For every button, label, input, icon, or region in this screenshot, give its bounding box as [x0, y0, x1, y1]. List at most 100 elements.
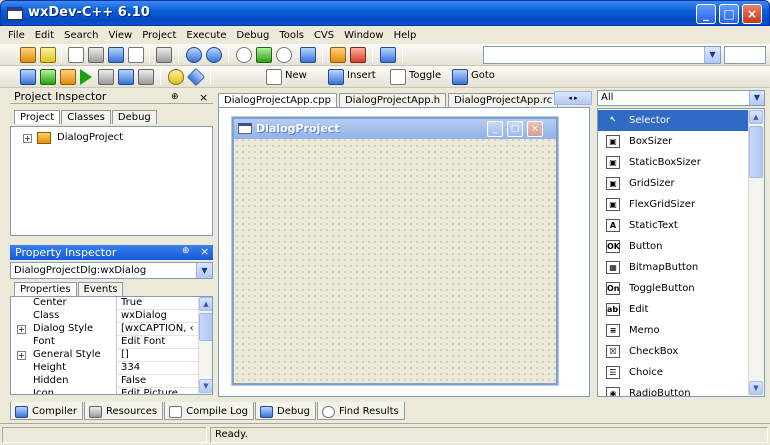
- menu-tools[interactable]: Tools: [274, 30, 309, 41]
- tab-dialogprojectapp-h[interactable]: DialogProjectApp.h: [338, 93, 447, 107]
- property-row[interactable]: Icon Edit Picture: [11, 388, 199, 394]
- play-icon[interactable]: [80, 69, 92, 85]
- property-value[interactable]: True: [118, 297, 199, 310]
- tab-find-results[interactable]: Find Results: [316, 402, 405, 420]
- chevron-down-icon[interactable]: ▼: [196, 263, 212, 278]
- menu-execute[interactable]: Execute: [181, 30, 231, 41]
- menu-cvs[interactable]: CVS: [309, 30, 339, 41]
- replace-icon[interactable]: [256, 47, 272, 63]
- palette-item-boxsizer[interactable]: ▣ BoxSizer: [598, 131, 748, 152]
- compile-icon[interactable]: [20, 69, 36, 85]
- property-value[interactable]: wxDialog: [118, 310, 199, 323]
- palette-item-memo[interactable]: ≡ Memo: [598, 320, 748, 341]
- run-icon[interactable]: [40, 69, 56, 85]
- menu-window[interactable]: Window: [339, 30, 388, 41]
- property-row[interactable]: General Style[] +: [11, 349, 199, 362]
- palette-filter-combo[interactable]: All ▼: [597, 90, 765, 106]
- toggle-button[interactable]: Toggle: [409, 70, 441, 81]
- designer-form[interactable]: DialogProject _ □ ×: [232, 117, 558, 385]
- menu-file[interactable]: File: [3, 30, 30, 41]
- palette-item-button[interactable]: OK Button: [598, 236, 748, 257]
- property-row[interactable]: Center True: [11, 297, 199, 310]
- find-next-icon[interactable]: [276, 47, 292, 63]
- tree-item-label[interactable]: DialogProject: [57, 132, 123, 143]
- scroll-down-icon[interactable]: ▼: [199, 379, 212, 393]
- close-file-icon[interactable]: [128, 47, 144, 63]
- palette-item-radiobutton[interactable]: ◉ RadioButton: [598, 383, 748, 396]
- menu-search[interactable]: Search: [59, 30, 103, 41]
- property-row[interactable]: Dialog Style [wxCAPTION, ‹ +: [11, 323, 199, 336]
- remove-from-project-icon[interactable]: [350, 47, 366, 63]
- debug-icon[interactable]: [118, 69, 134, 85]
- goto-button[interactable]: Goto: [471, 70, 495, 81]
- property-grid[interactable]: Center True Class wxDialog Dialog Style [wxCA…: [10, 296, 213, 395]
- stop-icon[interactable]: [138, 69, 154, 85]
- tab-compile-log[interactable]: Compile Log: [164, 402, 255, 420]
- chevron-down-icon[interactable]: ▼: [704, 47, 720, 63]
- property-expand-icon[interactable]: +: [17, 325, 26, 334]
- property-value[interactable]: Edit Picture: [118, 388, 199, 394]
- palette-item-statictext[interactable]: A StaticText: [598, 215, 748, 236]
- menu-project[interactable]: Project: [137, 30, 181, 41]
- palette-item-edit[interactable]: ab| Edit: [598, 299, 748, 320]
- property-value[interactable]: False: [118, 375, 199, 388]
- palette-item-gridsizer[interactable]: ▣ GridSizer: [598, 173, 748, 194]
- insert-icon[interactable]: [328, 69, 344, 85]
- tab-resources[interactable]: Resources: [84, 402, 164, 420]
- pin-icon[interactable]: ⊕: [182, 246, 190, 256]
- scroll-thumb[interactable]: [749, 126, 763, 178]
- property-row[interactable]: Hidden False: [11, 375, 199, 388]
- property-row[interactable]: Height 334: [11, 362, 199, 375]
- save-icon[interactable]: [88, 47, 104, 63]
- property-value[interactable]: [wxCAPTION, ‹: [118, 323, 199, 336]
- palette-scrollbar[interactable]: ▲ ▼: [748, 109, 764, 396]
- palette-item-checkbox[interactable]: ☒ CheckBox: [598, 341, 748, 362]
- close-button[interactable]: ×: [742, 4, 762, 24]
- menu-edit[interactable]: Edit: [30, 30, 59, 41]
- palette-item-staticboxsizer[interactable]: ▣ StaticBoxSizer: [598, 152, 748, 173]
- scroll-up-icon[interactable]: ▲: [749, 110, 763, 124]
- save-all-icon[interactable]: [108, 47, 124, 63]
- scroll-down-icon[interactable]: ▼: [749, 381, 763, 395]
- function-combo[interactable]: [724, 46, 766, 64]
- tree-expand-icon[interactable]: +: [23, 134, 32, 143]
- tab-classes[interactable]: Classes: [61, 110, 111, 124]
- goto-icon[interactable]: [452, 69, 468, 85]
- object-selector-combo[interactable]: DialogProjectDlg:wxDialog ▼: [10, 262, 213, 279]
- new-button[interactable]: New: [285, 70, 307, 81]
- tab-project[interactable]: Project: [14, 110, 61, 124]
- new-file-icon[interactable]: [68, 47, 84, 63]
- redo-icon[interactable]: [206, 47, 222, 63]
- palette-item-selector[interactable]: ↖ Selector: [598, 110, 748, 131]
- tab-events[interactable]: Events: [77, 282, 124, 296]
- find-icon[interactable]: [236, 47, 252, 63]
- tab-debug[interactable]: Debug: [111, 110, 157, 124]
- tab-properties[interactable]: Properties: [14, 282, 77, 296]
- tab-debug-output[interactable]: Debug: [255, 402, 316, 420]
- open-folder-icon[interactable]: [40, 47, 56, 63]
- palette-item-bitmapbutton[interactable]: ▦ BitmapButton: [598, 257, 748, 278]
- new-project-icon[interactable]: [20, 47, 36, 63]
- new-bookmark-icon[interactable]: [266, 69, 282, 85]
- pin-icon[interactable]: ⊕: [171, 92, 179, 102]
- help-icon[interactable]: [168, 69, 184, 85]
- tab-compiler[interactable]: Compiler: [10, 402, 84, 420]
- rebuild-icon[interactable]: [98, 69, 114, 85]
- add-to-project-icon[interactable]: [330, 47, 346, 63]
- close-icon[interactable]: ×: [199, 91, 208, 104]
- property-value[interactable]: Edit Font: [118, 336, 199, 349]
- window-titlebar[interactable]: wxDev-C++ 6.10 _ □ ×: [0, 0, 770, 26]
- maximize-button[interactable]: □: [719, 4, 739, 24]
- class-browser-icon[interactable]: [380, 47, 396, 63]
- close-icon[interactable]: ×: [200, 245, 209, 258]
- scroll-thumb[interactable]: [199, 313, 212, 341]
- print-icon[interactable]: [156, 47, 172, 63]
- class-combo[interactable]: ▼: [483, 46, 721, 64]
- toggle-icon[interactable]: [390, 69, 406, 85]
- minimize-button[interactable]: _: [696, 4, 716, 24]
- insert-button[interactable]: Insert: [347, 70, 376, 81]
- undo-icon[interactable]: [186, 47, 202, 63]
- tab-scroll-arrows[interactable]: ◂ ▸: [554, 91, 592, 105]
- menu-debug[interactable]: Debug: [231, 30, 274, 41]
- palette-item-choice[interactable]: ☰ Choice: [598, 362, 748, 383]
